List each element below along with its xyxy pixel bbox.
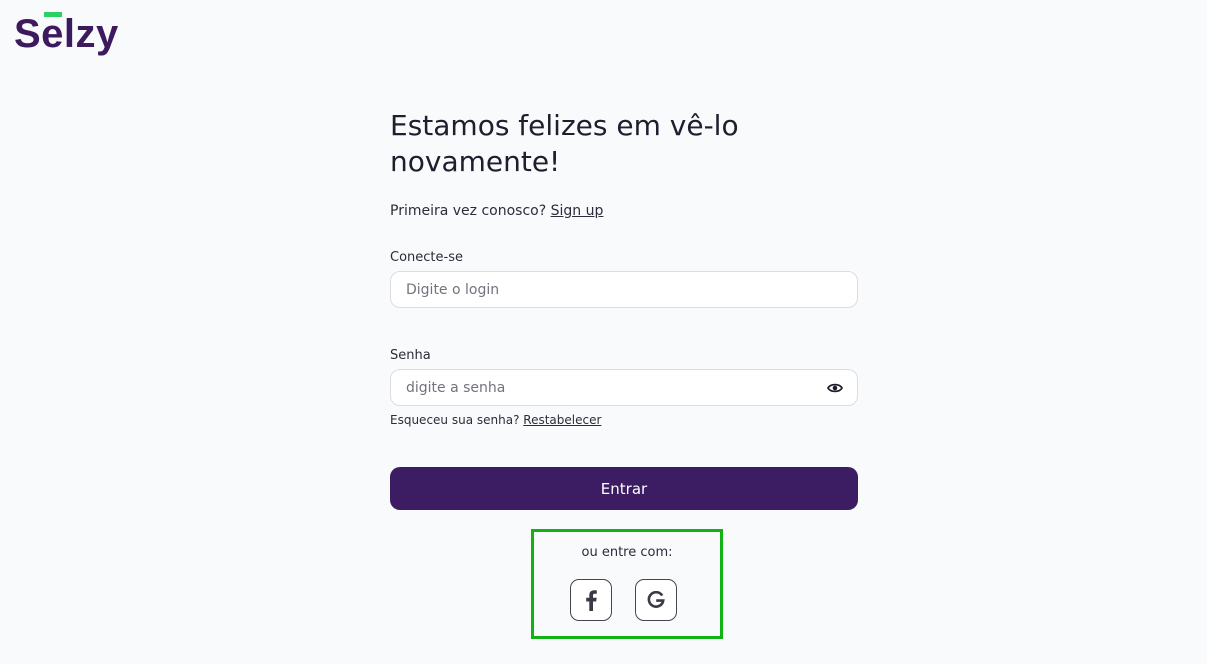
social-login-section: ou entre com:	[531, 529, 723, 639]
password-field-group: Senha	[390, 348, 858, 406]
forgot-prompt: Esqueceu sua senha?	[390, 413, 520, 427]
facebook-icon	[586, 590, 597, 611]
password-label: Senha	[390, 348, 431, 363]
forgot-password-row: Esqueceu sua senha? Restabelecer	[390, 413, 601, 427]
page-title: Estamos felizes em vê-lo novamente!	[390, 108, 858, 180]
password-input[interactable]	[391, 370, 806, 405]
social-login-label: ou entre com:	[581, 545, 673, 560]
login-field-group: Conecte-se	[390, 250, 858, 308]
google-login-button[interactable]	[635, 579, 677, 621]
login-input-wrapper	[390, 271, 858, 308]
title-line-1: Estamos felizes em vê-lo	[390, 109, 739, 142]
facebook-login-button[interactable]	[570, 579, 612, 621]
selzy-logo[interactable]: Selzy	[14, 12, 119, 54]
logo-text: Selzy	[14, 12, 119, 56]
signup-link[interactable]: Sign up	[551, 203, 604, 219]
login-form: Estamos felizes em vê-lo novamente! Prim…	[390, 108, 858, 510]
logo-accent-bar	[44, 12, 62, 17]
reset-password-link[interactable]: Restabelecer	[523, 413, 601, 427]
eye-icon[interactable]	[827, 381, 843, 395]
signup-prompt: Primeira vez conosco?	[390, 203, 547, 219]
login-button[interactable]: Entrar	[390, 467, 858, 510]
password-input-wrapper	[390, 369, 858, 406]
login-input[interactable]	[391, 272, 806, 307]
login-label: Conecte-se	[390, 250, 463, 265]
signup-row: Primeira vez conosco? Sign up	[390, 203, 858, 219]
title-line-2: novamente!	[390, 145, 561, 178]
google-icon	[647, 591, 665, 608]
